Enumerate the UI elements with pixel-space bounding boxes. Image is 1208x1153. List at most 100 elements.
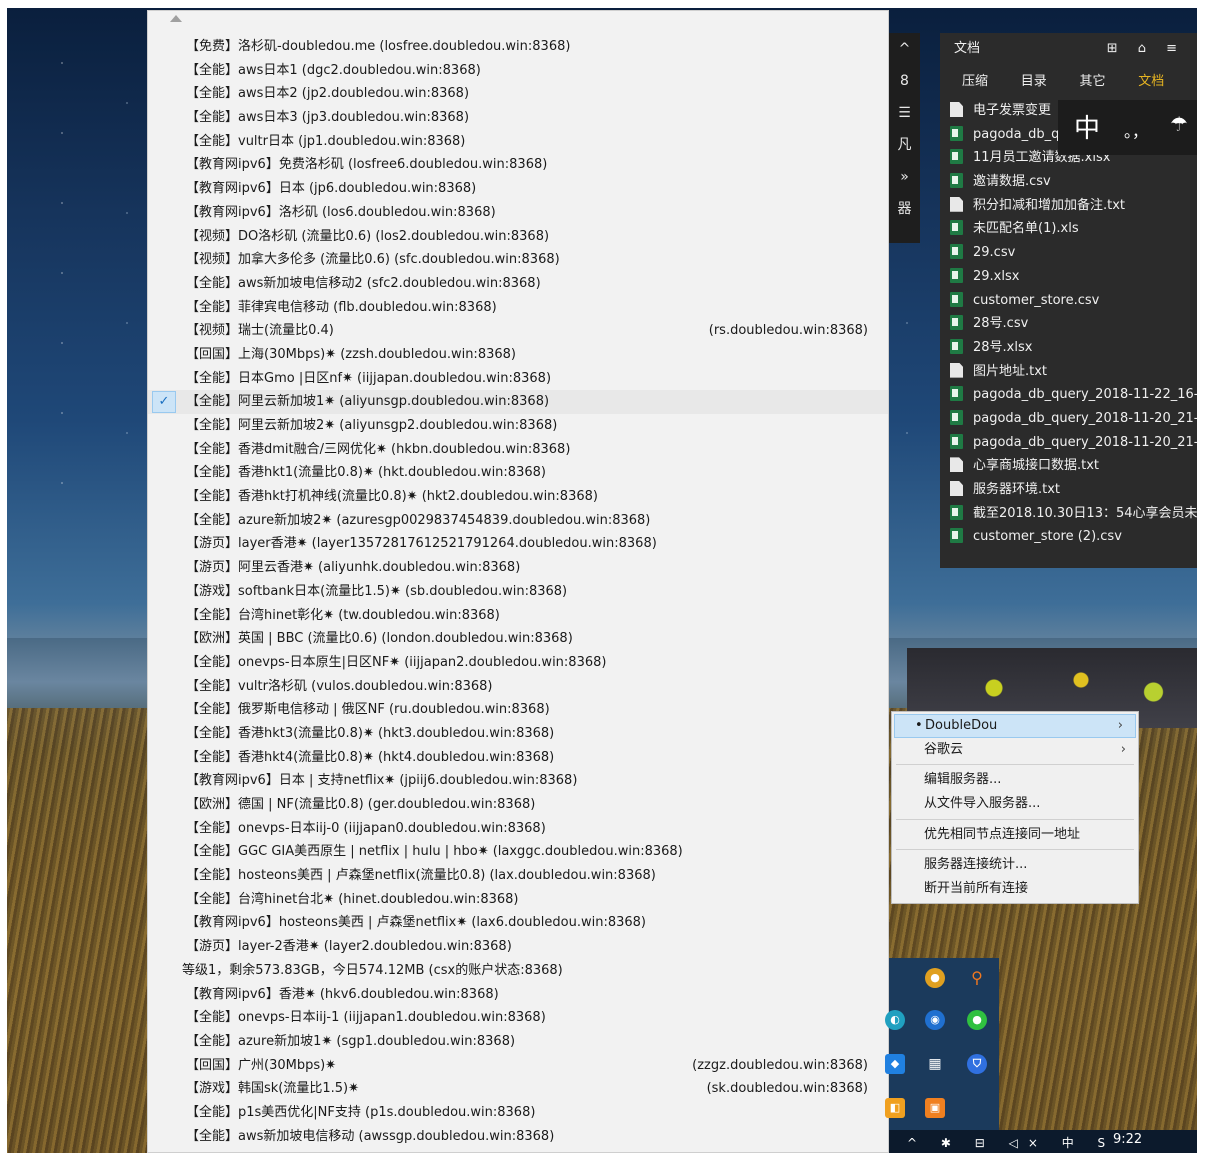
- file-name: customer_store.csv: [973, 292, 1100, 308]
- app-icon-4[interactable]: ◧: [885, 1098, 905, 1118]
- app-icon-1[interactable]: ◐: [885, 1010, 905, 1030]
- explorer-nav-icon[interactable]: 凡: [889, 129, 920, 161]
- server-item[interactable]: 【回国】上海(30Mbps)✷ (zzsh.doubledou.win:8368…: [148, 343, 888, 367]
- wechat-icon[interactable]: ●: [967, 1010, 987, 1030]
- file-item[interactable]: pagoda_db_query_2018-11-20_21-0.: [940, 407, 1197, 431]
- server-item[interactable]: 【教育网ipv6】日本 | 支持netflix✷ (jpiij6.doubled…: [148, 769, 888, 793]
- grid-app-icon[interactable]: ▦: [925, 1054, 945, 1074]
- file-item[interactable]: 截至2018.10.30日13：54心享会员未..: [940, 502, 1197, 526]
- context-menu-item[interactable]: 谷歌云 ›: [892, 738, 1138, 762]
- explorer-nav-icon[interactable]: 器: [889, 193, 920, 225]
- file-item[interactable]: 29.xlsx: [940, 265, 1197, 289]
- ime-punct-toggle[interactable]: 。，: [1124, 118, 1148, 142]
- server-item[interactable]: 【全能】onevps-日本iij-0 (iijjapan0.doubledou.…: [148, 817, 888, 841]
- server-item[interactable]: 【教育网ipv6】日本 (jp6.doubledou.win:8368): [148, 177, 888, 201]
- shield-icon[interactable]: ⛉: [967, 1054, 987, 1074]
- file-item[interactable]: customer_store.csv: [940, 289, 1197, 313]
- context-menu-item[interactable]: 服务器连接统计...: [892, 853, 1138, 877]
- server-item-label: 【全能】vultr洛杉矶 (vulos.doubledou.win:8368): [186, 678, 493, 694]
- file-item[interactable]: pagoda_db_query_2018-11-20_21-0.: [940, 431, 1197, 455]
- server-item[interactable]: 【教育网ipv6】洛杉矶 (los6.doubledou.win:8368): [148, 201, 888, 225]
- context-menu-item[interactable]: 断开当前所有连接: [892, 877, 1138, 901]
- server-item[interactable]: 【游页】阿里云香港✷ (aliyunhk.doubledou.win:8368): [148, 556, 888, 580]
- explorer-nav-icon[interactable]: 8: [889, 65, 920, 97]
- server-item[interactable]: 【游戏】韩国sk(流量比1.5)✷ (sk.doubledou.win:8368): [148, 1077, 888, 1101]
- file-item[interactable]: 邀请数据.csv: [940, 170, 1197, 194]
- chrome-icon[interactable]: ●: [925, 968, 945, 988]
- file-item[interactable]: 29.csv: [940, 241, 1197, 265]
- file-item[interactable]: 服务器环境.txt: [940, 478, 1197, 502]
- server-item[interactable]: 【欧洲】德国 | NF(流量比0.8) (ger.doubledou.win:8…: [148, 793, 888, 817]
- explorer-tab[interactable]: 压缩: [962, 65, 1021, 99]
- taskbar-clock[interactable]: 9:22: [1113, 1132, 1142, 1147]
- taskbar-tray-icons[interactable]: ^ ✱ ⊟ ◁× 中 S: [907, 1134, 1115, 1151]
- server-item[interactable]: ✓ 【全能】阿里云新加坡1✷ (aliyunsgp.doubledou.win:8…: [148, 390, 888, 414]
- file-item[interactable]: 图片地址.txt: [940, 360, 1197, 384]
- server-item[interactable]: 【全能】azure新加坡1✷ (sgp1.doubledou.win:8368): [148, 1030, 888, 1054]
- server-item[interactable]: 【全能】onevps-日本原生|日区NF✷ (iijjapan2.doubled…: [148, 651, 888, 675]
- file-item[interactable]: 28号.xlsx: [940, 336, 1197, 360]
- context-menu-item[interactable]: 从文件导入服务器...: [892, 792, 1138, 816]
- server-item[interactable]: 【全能】香港hkt3(流量比0.8)✷ (hkt3.doubledou.win:…: [148, 722, 888, 746]
- file-item[interactable]: 28号.csv: [940, 312, 1197, 336]
- server-item[interactable]: 【全能】GGC GIA美西原生 | netflix | hulu | hbo✷ …: [148, 840, 888, 864]
- server-item[interactable]: 【全能】onevps-日本iij-1 (iijjapan1.doubledou.…: [148, 1006, 888, 1030]
- app-icon-3[interactable]: ◆: [885, 1054, 905, 1074]
- server-item[interactable]: 【全能】香港hkt4(流量比0.8)✷ (hkt4.doubledou.win:…: [148, 746, 888, 770]
- server-item[interactable]: 【全能】vultr洛杉矶 (vulos.doubledou.win:8368): [148, 675, 888, 699]
- explorer-view-controls[interactable]: ⊞ ⌂ ≡: [1107, 33, 1185, 65]
- ime-floating-bar[interactable]: 中 。， ☂: [1058, 100, 1197, 155]
- account-status-item[interactable]: 等级1，剩余573.83GB，今日574.12MB (csx的账户状态:8368…: [148, 959, 888, 983]
- explorer-tab[interactable]: 其它: [1080, 65, 1139, 99]
- server-item[interactable]: 【教育网ipv6】香港✷ (hkv6.doubledou.win:8368): [148, 983, 888, 1007]
- server-item[interactable]: 【全能】azure新加坡2✷ (azuresgp0029837454839.do…: [148, 509, 888, 533]
- server-item[interactable]: 【全能】阿里云新加坡2✷ (aliyunsgp2.doubledou.win:8…: [148, 414, 888, 438]
- file-item[interactable]: pagoda_db_query_2018-11-22_16-1.: [940, 383, 1197, 407]
- server-item[interactable]: 【全能】台湾hinet台北✷ (hinet.doubledou.win:8368…: [148, 888, 888, 912]
- server-item[interactable]: 【免费】洛杉矶-doubledou.me (losfree.doubledou.…: [148, 35, 888, 59]
- ime-mode-char[interactable]: 中: [1074, 108, 1100, 145]
- explorer-nav-icon[interactable]: ^: [889, 33, 920, 65]
- server-item[interactable]: 【全能】日本Gmo |日区nf✷ (iijjapan.doubledou.win…: [148, 367, 888, 391]
- file-item[interactable]: 积分扣减和增加加备注.txt: [940, 194, 1197, 218]
- server-item[interactable]: 【全能】hosteons美西 | 卢森堡netflix(流量比0.8) (lax…: [148, 864, 888, 888]
- server-item[interactable]: 【视频】瑞士(流量比0.4) (rs.doubledou.win:8368): [148, 319, 888, 343]
- server-item[interactable]: 【全能】aws日本2 (jp2.doubledou.win:8368): [148, 82, 888, 106]
- server-item[interactable]: 【全能】vultr日本 (jp1.doubledou.win:8368): [148, 130, 888, 154]
- server-item[interactable]: 【视频】加拿大多伦多 (流量比0.6) (sfc.doubledou.win:8…: [148, 248, 888, 272]
- server-item[interactable]: 【全能】台湾hinet彰化✷ (tw.doubledou.win:8368): [148, 604, 888, 628]
- ime-skin-icon[interactable]: ☂: [1170, 112, 1188, 136]
- explorer-tab[interactable]: 文档: [1138, 65, 1197, 99]
- server-item[interactable]: 【全能】俄罗斯电信移动 | 俄区NF (ru.doubledou.win:836…: [148, 698, 888, 722]
- server-item[interactable]: 【游页】layer-2香港✷ (layer2.doubledou.win:836…: [148, 935, 888, 959]
- scroll-up-arrow-icon[interactable]: [170, 15, 182, 22]
- explorer-nav-icon[interactable]: »: [889, 161, 920, 193]
- server-item[interactable]: 【全能】aws日本1 (dgc2.doubledou.win:8368): [148, 59, 888, 83]
- server-item[interactable]: 【全能】香港dmit融合/三网优化✷ (hkbn.doubledou.win:8…: [148, 438, 888, 462]
- context-menu-item[interactable]: 编辑服务器...: [892, 768, 1138, 792]
- explorer-tab[interactable]: 目录: [1021, 65, 1080, 99]
- server-item[interactable]: 【教育网ipv6】免费洛杉矶 (losfree6.doubledou.win:8…: [148, 153, 888, 177]
- server-item[interactable]: 【游戏】softbank日本(流量比1.5)✷ (sb.doubledou.wi…: [148, 580, 888, 604]
- server-item[interactable]: 【全能】aws新加坡电信移动2 (sfc2.doubledou.win:8368…: [148, 272, 888, 296]
- search-tool-icon[interactable]: ⚲: [967, 968, 987, 988]
- server-item[interactable]: 【欧洲】英国 | BBC (流量比0.6) (london.doubledou.…: [148, 627, 888, 651]
- server-item[interactable]: 【教育网ipv6】hosteons美西 | 卢森堡netflix✷ (lax6.…: [148, 911, 888, 935]
- server-item[interactable]: 【全能】p1s美西优化|NF支持 (p1s.doubledou.win:8368…: [148, 1101, 888, 1125]
- server-item[interactable]: 【视频】DO洛杉矶 (流量比0.6) (los2.doubledou.win:8…: [148, 225, 888, 249]
- server-item[interactable]: 【全能】菲律宾电信移动 (flb.doubledou.win:8368): [148, 296, 888, 320]
- file-item[interactable]: 未匹配名单(1).xls: [940, 217, 1197, 241]
- app-icon-5[interactable]: ▣: [925, 1098, 945, 1118]
- explorer-nav-icon[interactable]: ☰: [889, 97, 920, 129]
- server-item[interactable]: 【全能】aws日本3 (jp3.doubledou.win:8368): [148, 106, 888, 130]
- context-menu-item[interactable]: • DoubleDou ›: [894, 714, 1136, 738]
- server-item[interactable]: 【全能】香港hkt1(流量比0.8)✷ (hkt.doubledou.win:8…: [148, 461, 888, 485]
- app-icon-2[interactable]: ◉: [925, 1010, 945, 1030]
- server-item[interactable]: 【游页】layer香港✷ (layer13572817612521791264.…: [148, 532, 888, 556]
- server-item[interactable]: 【全能】香港hkt打机神线(流量比0.8)✷ (hkt2.doubledou.w…: [148, 485, 888, 509]
- server-item[interactable]: 【回国】广州(30Mbps)✷ (zzgz.doubledou.win:8368): [148, 1054, 888, 1078]
- server-item[interactable]: 【全能】aws新加坡电信移动 (awssgp.doubledou.win:836…: [148, 1125, 888, 1149]
- file-item[interactable]: customer_store (2).csv: [940, 525, 1197, 549]
- context-menu-item[interactable]: 优先相同节点连接同一地址: [892, 823, 1138, 847]
- file-item[interactable]: 心享商城接口数据.txt: [940, 454, 1197, 478]
